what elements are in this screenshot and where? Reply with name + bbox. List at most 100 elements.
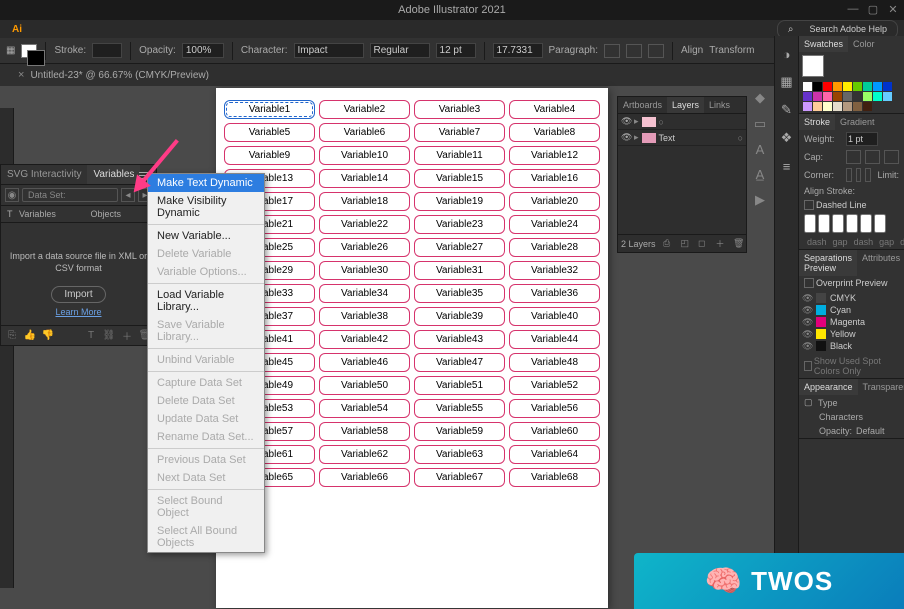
variable-cell[interactable]: Variable64 [509, 445, 600, 464]
layer-row[interactable]: 👁▸Text○ [618, 130, 746, 146]
fill-swatch-large[interactable] [802, 55, 824, 77]
tab-artboards[interactable]: Artboards [618, 97, 667, 113]
variable-cell[interactable]: Variable28 [509, 238, 600, 257]
variable-cell[interactable]: Variable46 [319, 353, 410, 372]
variable-cell[interactable]: Variable59 [414, 422, 505, 441]
tab-transparency[interactable]: Transparency [858, 379, 904, 395]
variable-cell[interactable]: Variable43 [414, 330, 505, 349]
dash-input[interactable] [818, 214, 830, 233]
separation-row[interactable]: 👁Cyan [802, 304, 901, 316]
dash-input[interactable] [874, 214, 886, 233]
variable-cell[interactable]: Variable40 [509, 307, 600, 326]
variable-cell[interactable]: Variable52 [509, 376, 600, 395]
variable-cell[interactable]: Variable14 [319, 169, 410, 188]
comments-icon[interactable]: A [756, 142, 765, 157]
variable-cell[interactable]: Variable10 [319, 146, 410, 165]
font-style-input[interactable] [370, 43, 430, 58]
delete-layer-icon[interactable]: 🗑 [733, 238, 743, 249]
variable-cell[interactable]: Variable20 [509, 192, 600, 211]
make-clipping-icon[interactable]: ◰ [681, 238, 691, 249]
swatch[interactable] [863, 82, 872, 91]
play-icon[interactable]: ▶ [755, 192, 765, 208]
opacity-input[interactable] [182, 43, 224, 58]
visibility-icon[interactable]: 👁 [802, 305, 812, 315]
variable-cell[interactable]: Variable3 [414, 100, 505, 119]
dash-input[interactable] [846, 214, 858, 233]
variable-cell[interactable]: Variable22 [319, 215, 410, 234]
dash-input[interactable] [832, 214, 844, 233]
properties-icon[interactable]: ◆ [755, 90, 765, 106]
variable-cell[interactable]: Variable5 [224, 123, 315, 142]
variable-cell[interactable]: Variable2 [319, 100, 410, 119]
locate-layer-icon[interactable]: ⎙ [663, 238, 673, 249]
swatch[interactable] [823, 92, 832, 101]
variable-cell[interactable]: Variable51 [414, 376, 505, 395]
swatch[interactable] [853, 102, 862, 111]
variable-cell[interactable]: Variable26 [319, 238, 410, 257]
tab-gradient[interactable]: Gradient [835, 114, 880, 130]
variable-cell[interactable]: Variable50 [319, 376, 410, 395]
variable-cell[interactable]: Variable12 [509, 146, 600, 165]
cap-butt-icon[interactable] [846, 150, 861, 164]
stroke-icon[interactable]: ≡ [779, 158, 795, 174]
visibility-icon[interactable]: 👁 [802, 341, 812, 351]
history-icon[interactable]: A̲ [756, 167, 765, 182]
variable-cell[interactable]: Variable55 [414, 399, 505, 418]
document-tab[interactable]: × Untitled-23* @ 66.67% (CMYK/Preview) [10, 66, 217, 84]
swatch[interactable] [863, 102, 872, 111]
symbols-icon[interactable]: ❖ [779, 130, 795, 146]
variable-cell[interactable]: Variable1 [224, 100, 315, 119]
swatch[interactable] [833, 92, 842, 101]
variable-cell[interactable]: Variable30 [319, 261, 410, 280]
variable-cell[interactable]: Variable56 [509, 399, 600, 418]
swatch[interactable] [843, 82, 852, 91]
swatch[interactable] [813, 82, 822, 91]
variable-cell[interactable]: Variable58 [319, 422, 410, 441]
swatch[interactable] [823, 82, 832, 91]
import-button[interactable]: Import [51, 286, 105, 303]
variable-cell[interactable]: Variable23 [414, 215, 505, 234]
thumbs-down-icon[interactable]: 👎 [41, 329, 55, 343]
separation-row[interactable]: 👁Yellow [802, 328, 901, 340]
menu-make-text-dynamic[interactable]: Make Text Dynamic [148, 174, 264, 192]
stroke-weight-input[interactable] [92, 43, 122, 58]
variable-cell[interactable]: Variable34 [319, 284, 410, 303]
dataset-dropdown[interactable]: Data Set: [22, 188, 118, 202]
visibility-icon[interactable]: 👁 [802, 293, 812, 303]
swatch[interactable] [883, 82, 892, 91]
menu-make-visibility-dynamic[interactable]: Make Visibility Dynamic [148, 192, 264, 222]
tab-svg-interactivity[interactable]: SVG Interactivity [1, 165, 87, 184]
variable-cell[interactable]: Variable38 [319, 307, 410, 326]
variable-cell[interactable]: Variable42 [319, 330, 410, 349]
tab-layers[interactable]: Layers [667, 97, 704, 113]
swatch[interactable] [843, 102, 852, 111]
variable-cell[interactable]: Variable4 [509, 100, 600, 119]
dash-input[interactable] [860, 214, 872, 233]
cap-round-icon[interactable] [865, 150, 880, 164]
variable-cell[interactable]: Variable35 [414, 284, 505, 303]
new-layer-icon[interactable]: ＋ [715, 237, 725, 250]
tab-attributes[interactable]: Attributes [857, 250, 904, 276]
variable-cell[interactable]: Variable7 [414, 123, 505, 142]
variable-cell[interactable]: Variable18 [319, 192, 410, 211]
visibility-icon[interactable]: 👁 [621, 132, 631, 143]
font-family-input[interactable] [294, 43, 364, 58]
maximize-icon[interactable]: ▢ [866, 2, 880, 16]
swatch[interactable] [873, 92, 882, 101]
weight-input[interactable] [846, 132, 878, 146]
tab-stroke[interactable]: Stroke [799, 114, 835, 130]
font-size-input[interactable] [436, 43, 476, 58]
variable-cell[interactable]: Variable8 [509, 123, 600, 142]
artboard[interactable]: Variable1Variable2Variable3Variable4Vari… [216, 88, 608, 608]
menu-new-variable[interactable]: New Variable... [148, 227, 264, 245]
thumbs-up-icon[interactable]: 👍 [23, 329, 37, 343]
corner-bevel-icon[interactable] [865, 168, 871, 182]
swatch[interactable] [803, 82, 812, 91]
separation-row[interactable]: 👁CMYK [802, 292, 901, 304]
close-icon[interactable]: ✕ [886, 2, 900, 16]
visibility-icon[interactable]: 👁 [621, 116, 631, 127]
chevron-right-icon[interactable]: ▸ [634, 132, 639, 143]
align-right-icon[interactable] [648, 44, 664, 58]
close-tab-icon[interactable]: × [18, 69, 24, 81]
swatch[interactable] [833, 82, 842, 91]
